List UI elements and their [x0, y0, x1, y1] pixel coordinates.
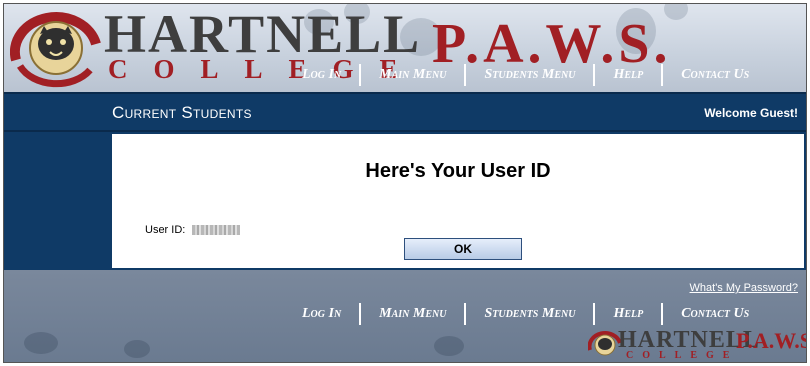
- nav-students-menu[interactable]: Students Menu: [484, 67, 575, 83]
- nav-contact-us[interactable]: Contact Us: [681, 306, 749, 322]
- browser-frame: HARTNELL COLLEGE P.A.W.S. Log In Main Me…: [3, 3, 807, 363]
- college-seal-logo: [587, 330, 622, 360]
- nav-separator: [593, 303, 596, 325]
- left-column: [4, 132, 110, 270]
- footer-logo-college: COLLEGE: [626, 350, 739, 361]
- user-id-label: User ID:: [145, 224, 186, 236]
- footer-logo: HARTNELL P.A.W.S. COLLEGE: [587, 327, 806, 362]
- nav-log-in[interactable]: Log In: [302, 306, 341, 322]
- nav-contact-us[interactable]: Contact Us: [681, 67, 749, 83]
- nav-separator: [593, 64, 596, 86]
- section-title-bar: Current Students Welcome Guest!: [4, 92, 806, 132]
- nav-separator: [661, 64, 664, 86]
- nav-students-menu[interactable]: Students Menu: [484, 306, 575, 322]
- nav-separator: [464, 64, 467, 86]
- footer-logo-paws: P.A.W.S.: [736, 328, 806, 353]
- nav-separator: [661, 303, 664, 325]
- nav-separator: [359, 303, 362, 325]
- user-id-value-redacted: [192, 225, 240, 235]
- site-header: HARTNELL COLLEGE P.A.W.S. Log In Main Me…: [4, 4, 806, 92]
- nav-help[interactable]: Help: [613, 67, 643, 83]
- page-heading: Here's Your User ID: [365, 160, 551, 182]
- logo-paws-text: P.A.W.S.: [432, 14, 672, 64]
- nav-main-menu[interactable]: Main Menu: [379, 67, 446, 83]
- top-nav: Log In Main Menu Students Menu Help Cont…: [302, 62, 749, 88]
- nav-log-in[interactable]: Log In: [302, 67, 341, 83]
- ok-button[interactable]: OK: [404, 238, 522, 260]
- section-title: Current Students: [112, 103, 252, 122]
- nav-separator: [359, 64, 362, 86]
- college-seal-logo: [9, 8, 102, 88]
- welcome-message: Welcome Guest!: [704, 106, 798, 120]
- bottom-nav: Log In Main Menu Students Menu Help Cont…: [302, 301, 749, 327]
- whats-my-password-link[interactable]: What's My Password?: [690, 282, 798, 294]
- nav-main-menu[interactable]: Main Menu: [379, 306, 446, 322]
- nav-help[interactable]: Help: [613, 306, 643, 322]
- main-content: Here's Your User ID User ID: OK: [110, 132, 806, 270]
- nav-separator: [464, 303, 467, 325]
